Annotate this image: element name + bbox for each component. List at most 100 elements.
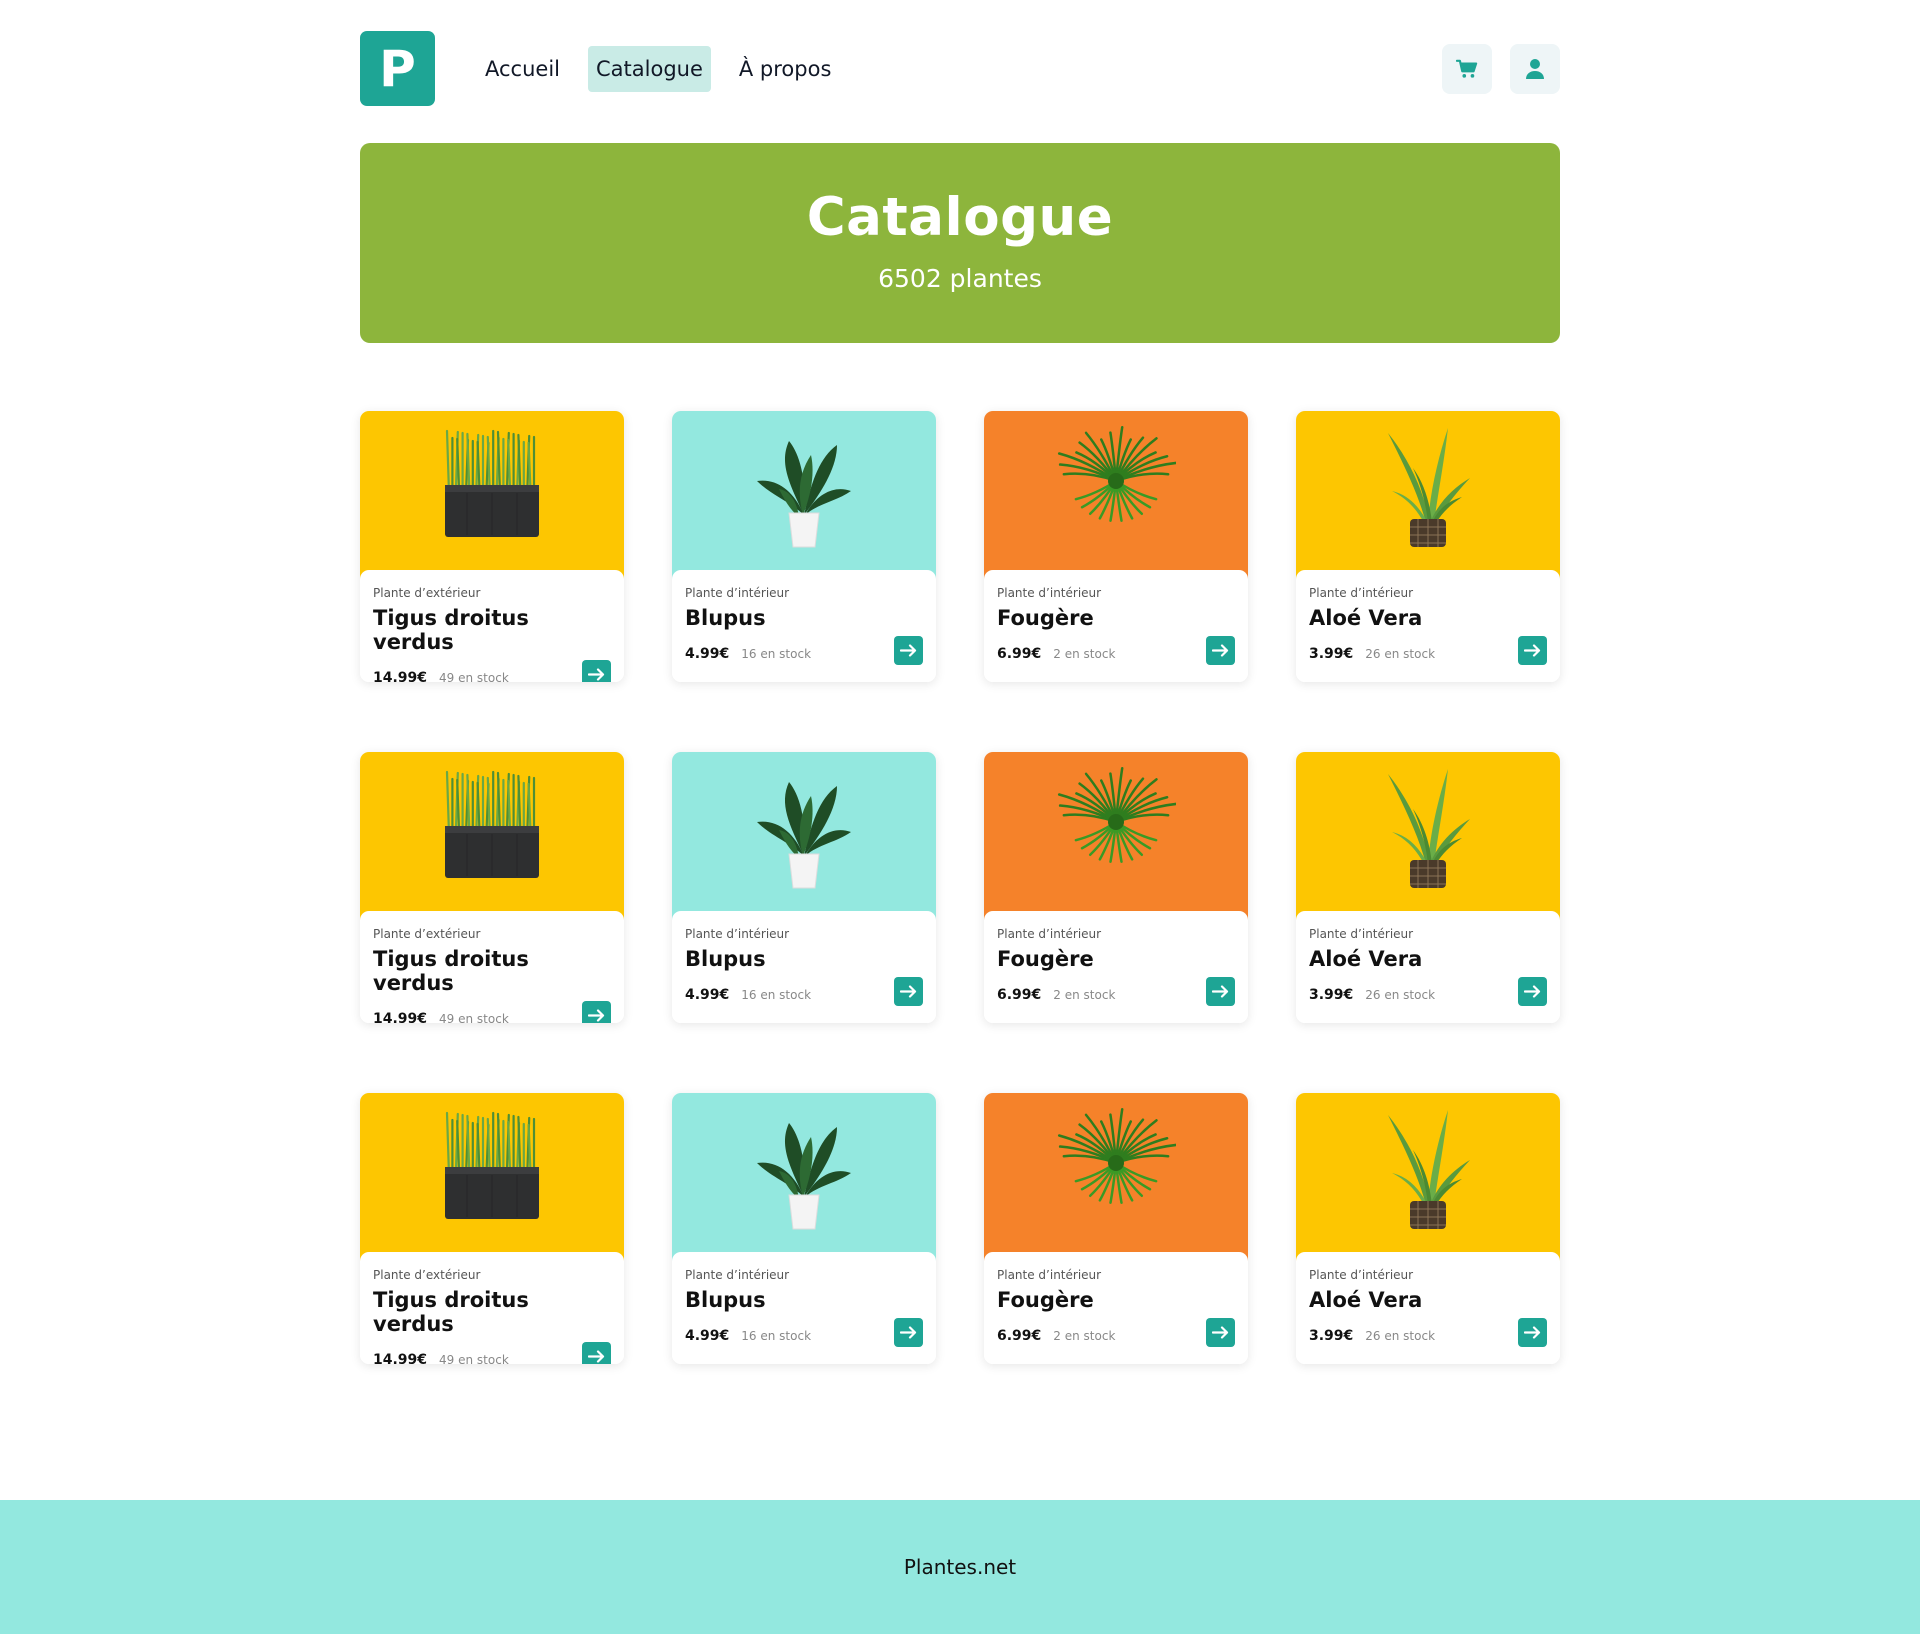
product-info: Plante d’intérieur Fougère 6.99€ 2 en st… [984, 1252, 1248, 1364]
product-info: Plante d’extérieur Tigus droitus verdus … [360, 570, 624, 682]
view-product-button[interactable] [894, 977, 923, 1006]
product-name: Aloé Vera [1309, 947, 1423, 971]
product-price: 3.99€ [1309, 986, 1354, 1003]
product-card[interactable]: Plante d’intérieur Fougère 6.99€ 2 en st… [984, 411, 1248, 682]
product-card[interactable]: Plante d’intérieur Blupus 4.99€ 16 en st… [672, 1093, 936, 1364]
footer-text: Plantes.net [903, 1555, 1017, 1579]
product-stock: 49 en stock [439, 1011, 509, 1024]
arrow-right-icon [588, 1350, 605, 1363]
product-image [1296, 752, 1560, 924]
nav-link-catalogue[interactable]: Catalogue [588, 46, 711, 92]
page-title: Catalogue [806, 187, 1114, 248]
product-category: Plante d’intérieur [1309, 1268, 1414, 1282]
product-image [984, 752, 1248, 924]
product-footer: 4.99€ 16 en stock [685, 1318, 923, 1347]
arrow-right-icon [588, 1009, 605, 1022]
product-footer: 3.99€ 26 en stock [1309, 636, 1547, 665]
product-card[interactable]: Plante d’intérieur Aloé Vera 3.99€ 26 en… [1296, 1093, 1560, 1364]
logo[interactable]: P [360, 31, 435, 106]
product-card[interactable]: Plante d’intérieur Aloé Vera 3.99€ 26 en… [1296, 411, 1560, 682]
product-name: Tigus droitus verdus [373, 1288, 529, 1336]
product-image [672, 1093, 936, 1265]
arrow-right-icon [1212, 644, 1229, 657]
potted-leafy-plant-illustration [757, 441, 851, 548]
product-stock: 26 en stock [1365, 987, 1436, 1002]
arrow-right-icon [588, 668, 605, 681]
user-icon [1526, 59, 1544, 79]
product-info: Plante d’intérieur Blupus 4.99€ 16 en st… [672, 911, 936, 1023]
account-button[interactable] [1510, 44, 1560, 94]
product-info: Plante d’intérieur Aloé Vera 3.99€ 26 en… [1296, 570, 1560, 682]
page-container: P Accueil Catalogue À propos Catalogue 6… [360, 0, 1560, 1364]
aloe-vera-illustration [1388, 1110, 1470, 1229]
site-footer: Plantes.net [0, 1500, 1920, 1634]
view-product-button[interactable] [582, 1342, 611, 1364]
product-category: Plante d’intérieur [997, 927, 1102, 941]
product-card[interactable]: Plante d’intérieur Fougère 6.99€ 2 en st… [984, 1093, 1248, 1364]
view-product-button[interactable] [582, 1001, 611, 1023]
product-category: Plante d’intérieur [1309, 586, 1414, 600]
arrow-right-icon [1212, 1326, 1229, 1339]
product-card[interactable]: Plante d’intérieur Fougère 6.99€ 2 en st… [984, 752, 1248, 1023]
view-product-button[interactable] [1206, 636, 1235, 665]
catalogue-banner: Catalogue 6502 plantes [360, 143, 1560, 343]
product-stock: 2 en stock [1053, 1328, 1116, 1343]
view-product-button[interactable] [1518, 1318, 1547, 1347]
product-price: 6.99€ [997, 986, 1042, 1003]
view-product-button[interactable] [1206, 1318, 1235, 1347]
product-category: Plante d’intérieur [997, 586, 1102, 600]
product-card[interactable]: Plante d’extérieur Tigus droitus verdus … [360, 1093, 624, 1364]
aloe-vera-illustration [1388, 769, 1470, 888]
product-footer: 14.99€ 49 en stock [373, 1001, 611, 1024]
product-stock: 49 en stock [439, 1352, 509, 1365]
arrow-right-icon [1524, 985, 1541, 998]
product-stock: 16 en stock [741, 987, 812, 1002]
product-stock: 26 en stock [1365, 646, 1436, 661]
product-category: Plante d’extérieur [373, 1268, 481, 1282]
product-name: Fougère [997, 1288, 1094, 1312]
product-stock: 49 en stock [439, 670, 509, 683]
product-category: Plante d’intérieur [685, 927, 790, 941]
product-card[interactable]: Plante d’extérieur Tigus droitus verdus … [360, 752, 624, 1023]
plant-count: 6502 plantes [878, 264, 1042, 293]
product-price: 6.99€ [997, 645, 1042, 662]
view-product-button[interactable] [894, 1318, 923, 1347]
product-card[interactable]: Plante d’intérieur Aloé Vera 3.99€ 26 en… [1296, 752, 1560, 1023]
cart-button[interactable] [1442, 44, 1492, 94]
product-image [984, 411, 1248, 583]
product-image [1296, 1093, 1560, 1265]
arrow-right-icon [1212, 985, 1229, 998]
view-product-button[interactable] [894, 636, 923, 665]
product-image [672, 411, 936, 583]
product-price: 6.99€ [997, 1327, 1042, 1344]
nav-link-a-propos[interactable]: À propos [731, 46, 840, 92]
view-product-button[interactable] [1206, 977, 1235, 1006]
product-price: 14.99€ [373, 669, 428, 683]
product-info: Plante d’extérieur Tigus droitus verdus … [360, 911, 624, 1023]
product-footer: 4.99€ 16 en stock [685, 977, 923, 1006]
product-name: Fougère [997, 606, 1094, 630]
product-info: Plante d’intérieur Blupus 4.99€ 16 en st… [672, 570, 936, 682]
aloe-vera-illustration [1388, 428, 1470, 547]
product-name: Fougère [997, 947, 1094, 971]
product-image [1296, 411, 1560, 583]
view-product-button[interactable] [1518, 636, 1547, 665]
grass-planter-illustration [445, 1111, 539, 1219]
product-card[interactable]: Plante d’intérieur Blupus 4.99€ 16 en st… [672, 752, 936, 1023]
product-image [672, 752, 936, 924]
site-header: P Accueil Catalogue À propos [360, 0, 1560, 138]
product-info: Plante d’extérieur Tigus droitus verdus … [360, 1252, 624, 1364]
product-info: Plante d’intérieur Fougère 6.99€ 2 en st… [984, 911, 1248, 1023]
product-footer: 6.99€ 2 en stock [997, 636, 1235, 665]
product-price: 3.99€ [1309, 1327, 1354, 1344]
view-product-button[interactable] [582, 660, 611, 682]
product-card[interactable]: Plante d’intérieur Blupus 4.99€ 16 en st… [672, 411, 936, 682]
nav-link-accueil[interactable]: Accueil [477, 46, 568, 92]
product-footer: 14.99€ 49 en stock [373, 1342, 611, 1365]
product-price: 3.99€ [1309, 645, 1354, 662]
potted-leafy-plant-illustration [757, 1123, 851, 1230]
view-product-button[interactable] [1518, 977, 1547, 1006]
product-stock: 16 en stock [741, 646, 812, 661]
product-info: Plante d’intérieur Fougère 6.99€ 2 en st… [984, 570, 1248, 682]
product-card[interactable]: Plante d’extérieur Tigus droitus verdus … [360, 411, 624, 682]
